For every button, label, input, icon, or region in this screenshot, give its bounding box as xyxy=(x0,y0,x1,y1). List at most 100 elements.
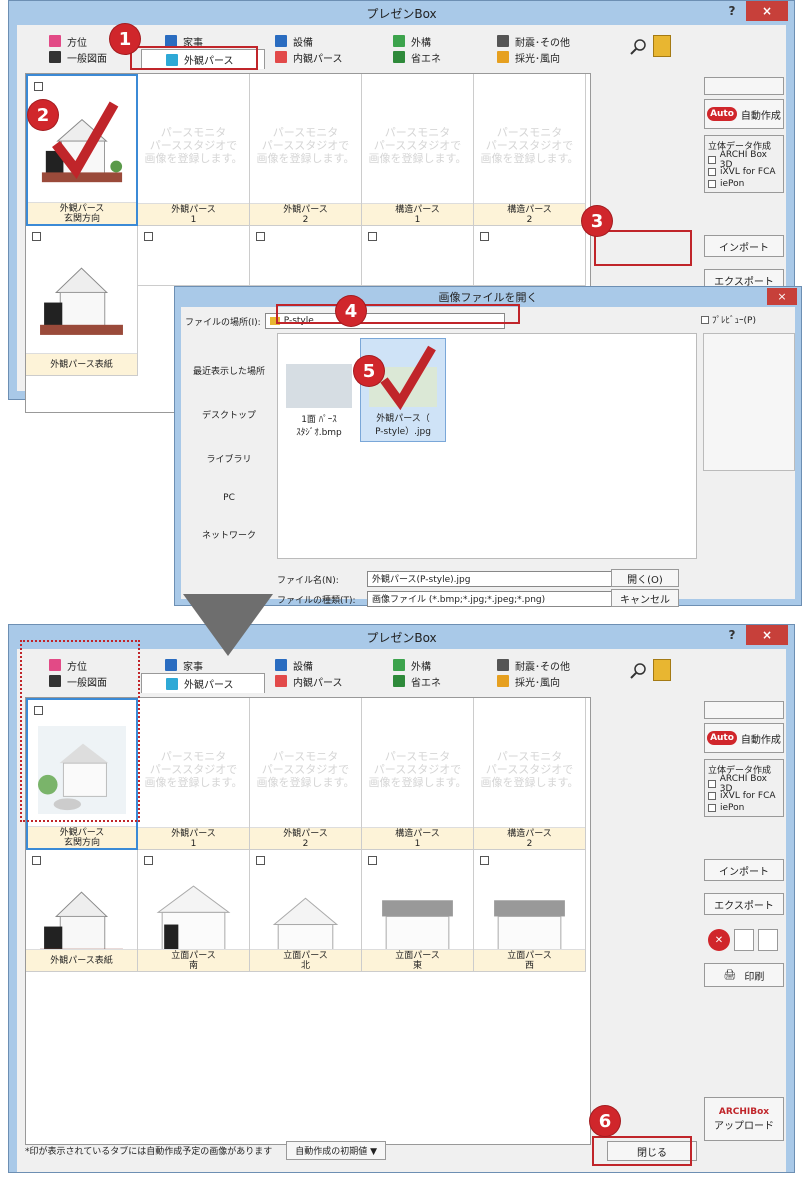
help-button[interactable]: ? xyxy=(718,1,746,21)
close-window-button[interactable]: × xyxy=(746,1,788,21)
thumb-cell[interactable]: パースモニタ パーススタジオで 画像を登録します。構造パース 2 xyxy=(474,74,586,226)
close-window-button[interactable]: × xyxy=(746,625,788,645)
iepon-check[interactable]: iePon xyxy=(708,178,780,190)
thumb-cell[interactable]: 外観パース表紙 xyxy=(26,226,138,376)
placeholder-text: パースモニタ パーススタジオで 画像を登録します。 xyxy=(480,126,579,165)
filetype-select[interactable]: 画像ファイル (*.bmp;*.jpg;*.jpeg;*.png) xyxy=(367,591,627,607)
thumb-cell[interactable]: 立面パース西 xyxy=(474,850,586,972)
import-button[interactable]: インポート xyxy=(704,235,784,257)
check-mark-icon xyxy=(380,345,436,410)
thumb-caption: 外観パース 玄関方向 xyxy=(28,202,136,224)
thumb-cell[interactable]: パースモニタ パーススタジオで 画像を登録します。 外観パース 1 xyxy=(138,698,250,850)
thumb-cell[interactable]: パースモニタ パーススタジオで 画像を登録します。 構造パース 1 xyxy=(362,698,474,850)
place-pc[interactable]: PC xyxy=(185,465,273,503)
import-button[interactable]: インポート xyxy=(704,859,784,881)
thumb-checkbox[interactable] xyxy=(144,232,153,241)
thumb-cell[interactable] xyxy=(474,226,586,286)
thumb-cell[interactable]: パースモニタ パーススタジオで 画像を登録します。 構造パース 1 xyxy=(362,74,474,226)
thumb-cell[interactable] xyxy=(138,226,250,286)
filetype-row: ファイルの種類(T): 画像ファイル (*.bmp;*.jpg;*.jpeg;*.… xyxy=(277,591,627,607)
place-recent[interactable]: 最近表示した場所 xyxy=(185,333,273,377)
thumb-cell[interactable]: パースモニタ パーススタジオで 画像を登録します。 外観パース 1 xyxy=(138,74,250,226)
tab-shoene[interactable]: 省エネ xyxy=(393,47,441,67)
dialog-title: 画像ファイルを開く xyxy=(438,291,538,304)
folder-icon[interactable] xyxy=(653,659,671,681)
folder-icon[interactable] xyxy=(653,35,671,57)
auto-create-button[interactable]: Auto 自動作成 xyxy=(704,99,784,129)
iepon-check[interactable]: iePon xyxy=(708,802,780,814)
data-create-group: 立体データ作成 ARCHI Box 3D iXVL for FCA iePon xyxy=(704,759,784,817)
thumb-cell[interactable]: 立面パース北 xyxy=(250,850,362,972)
thumb-cell[interactable] xyxy=(362,226,474,286)
auto-create-button[interactable]: Auto 自動作成 xyxy=(704,723,784,753)
delete-icon[interactable]: ✕ xyxy=(708,929,730,951)
sun-icon xyxy=(497,51,509,63)
print-button[interactable]: 🖨 印刷 xyxy=(704,963,784,987)
room-icon xyxy=(275,51,287,63)
tab-naikan-perse[interactable]: 内観パース xyxy=(275,47,343,67)
tab-saikou[interactable]: 採光･風向 xyxy=(497,671,560,691)
archibox-3d-check[interactable]: ARCHI Box 3D xyxy=(708,774,780,794)
thumb-checkbox[interactable] xyxy=(368,232,377,241)
dialog-close-button[interactable]: × xyxy=(767,288,797,305)
tab-kaji[interactable]: 家事 xyxy=(165,655,203,675)
zoom-icon[interactable] xyxy=(627,37,649,57)
step-highlight xyxy=(592,1136,692,1166)
file-item[interactable]: 1面 ﾊﾟｰｽ ｽﾀｼﾞｵ.bmp xyxy=(286,364,352,438)
thumb-cell[interactable] xyxy=(250,226,362,286)
place-network[interactable]: ネットワーク xyxy=(185,503,273,541)
select-all-buttons[interactable] xyxy=(704,701,784,719)
places-bar: 最近表示した場所 デスクトップ ライブラリ PC ネットワーク xyxy=(185,333,273,553)
open-button[interactable]: 開く(O) xyxy=(611,569,679,587)
auto-default-dropdown[interactable]: 自動作成の初期値 ▼ xyxy=(286,1140,387,1160)
thumb-checkbox[interactable] xyxy=(256,232,265,241)
filename-input[interactable]: 外観パース(P-style).jpg xyxy=(367,571,627,587)
filename-row: ファイル名(N): 外観パース(P-style).jpg xyxy=(277,571,627,587)
right-panel: Auto 自動作成 立体データ作成 ARCHI Box 3D iXVL for F… xyxy=(704,697,786,1177)
thumb-caption: 外観パース 2 xyxy=(250,203,361,225)
archibox-3d-check[interactable]: ARCHI Box 3D xyxy=(708,150,780,170)
paste-icon[interactable] xyxy=(758,929,778,951)
tab-ippan[interactable]: 一般図面 xyxy=(49,47,107,67)
thumb-cell[interactable]: パースモニタ パーススタジオで 画像を登録します。外観パース 2 xyxy=(250,74,362,226)
tab-naikan-perse[interactable]: 内観パース xyxy=(275,671,343,691)
step-highlight xyxy=(276,304,520,324)
thumb-checkbox[interactable] xyxy=(32,232,41,241)
step-highlight xyxy=(594,230,692,266)
thumb-checkbox[interactable] xyxy=(480,232,489,241)
help-button[interactable]: ? xyxy=(718,625,746,645)
gear-icon xyxy=(275,35,287,47)
thumb-caption: 外観パース表紙 xyxy=(26,353,137,375)
thumb-cell[interactable]: 立面パース南 xyxy=(138,850,250,972)
cancel-button[interactable]: キャンセル xyxy=(611,589,679,607)
status-bar: *印が表示されているタブには自動作成予定の画像があります 自動作成の初期値 ▼ xyxy=(25,1140,585,1160)
thumb-checkbox[interactable] xyxy=(34,82,43,91)
dialog-body: ファイルの場所(I): P-style ﾌﾟﾚﾋﾞｭｰ(P) 最近表示した場所 … xyxy=(181,307,795,607)
thumb-caption: 構造パース 2 xyxy=(474,203,585,225)
zoom-icon[interactable] xyxy=(627,661,649,681)
placeholder-text: パースモニタ パーススタジオで 画像を登録します。 xyxy=(256,126,355,165)
step-badge: 6 xyxy=(590,1106,620,1136)
tab-saikou[interactable]: 採光･風向 xyxy=(497,47,560,67)
select-all-buttons[interactable] xyxy=(704,77,784,95)
open-image-dialog: 画像ファイルを開く × ファイルの場所(I): P-style ﾌﾟﾚﾋﾞｭｰ(… xyxy=(174,286,802,607)
tab-shoene[interactable]: 省エネ xyxy=(393,671,441,691)
tab-gaikan-perse[interactable]: 外観パース xyxy=(141,673,265,693)
export-button[interactable]: エクスポート xyxy=(704,893,784,915)
down-arrow xyxy=(183,594,273,656)
place-library[interactable]: ライブラリ xyxy=(185,421,273,465)
thumb-cell[interactable]: 外観パース表紙 xyxy=(26,850,138,972)
step-badge: 1 xyxy=(110,24,140,54)
upload-button[interactable]: ARCHIBox アップロード xyxy=(704,1097,784,1141)
data-create-group: 立体データ作成 ARCHI Box 3D iXVL for FCA iePon xyxy=(704,135,784,193)
step-badge: 3 xyxy=(582,206,612,236)
thumb-cell[interactable]: パースモニタ パーススタジオで 画像を登録します。 構造パース 2 xyxy=(474,698,586,850)
step-badge: 4 xyxy=(336,296,366,326)
grid-icon xyxy=(497,35,509,47)
copy-icon[interactable] xyxy=(734,929,754,951)
thumb-cell[interactable]: 立面パース東 xyxy=(362,850,474,972)
thumb-cell[interactable]: パースモニタ パーススタジオで 画像を登録します。 外観パース 2 xyxy=(250,698,362,850)
highlight-selection xyxy=(20,640,140,822)
place-desktop[interactable]: デスクトップ xyxy=(185,377,273,421)
preview-check[interactable]: ﾌﾟﾚﾋﾞｭｰ(P) xyxy=(701,313,756,326)
